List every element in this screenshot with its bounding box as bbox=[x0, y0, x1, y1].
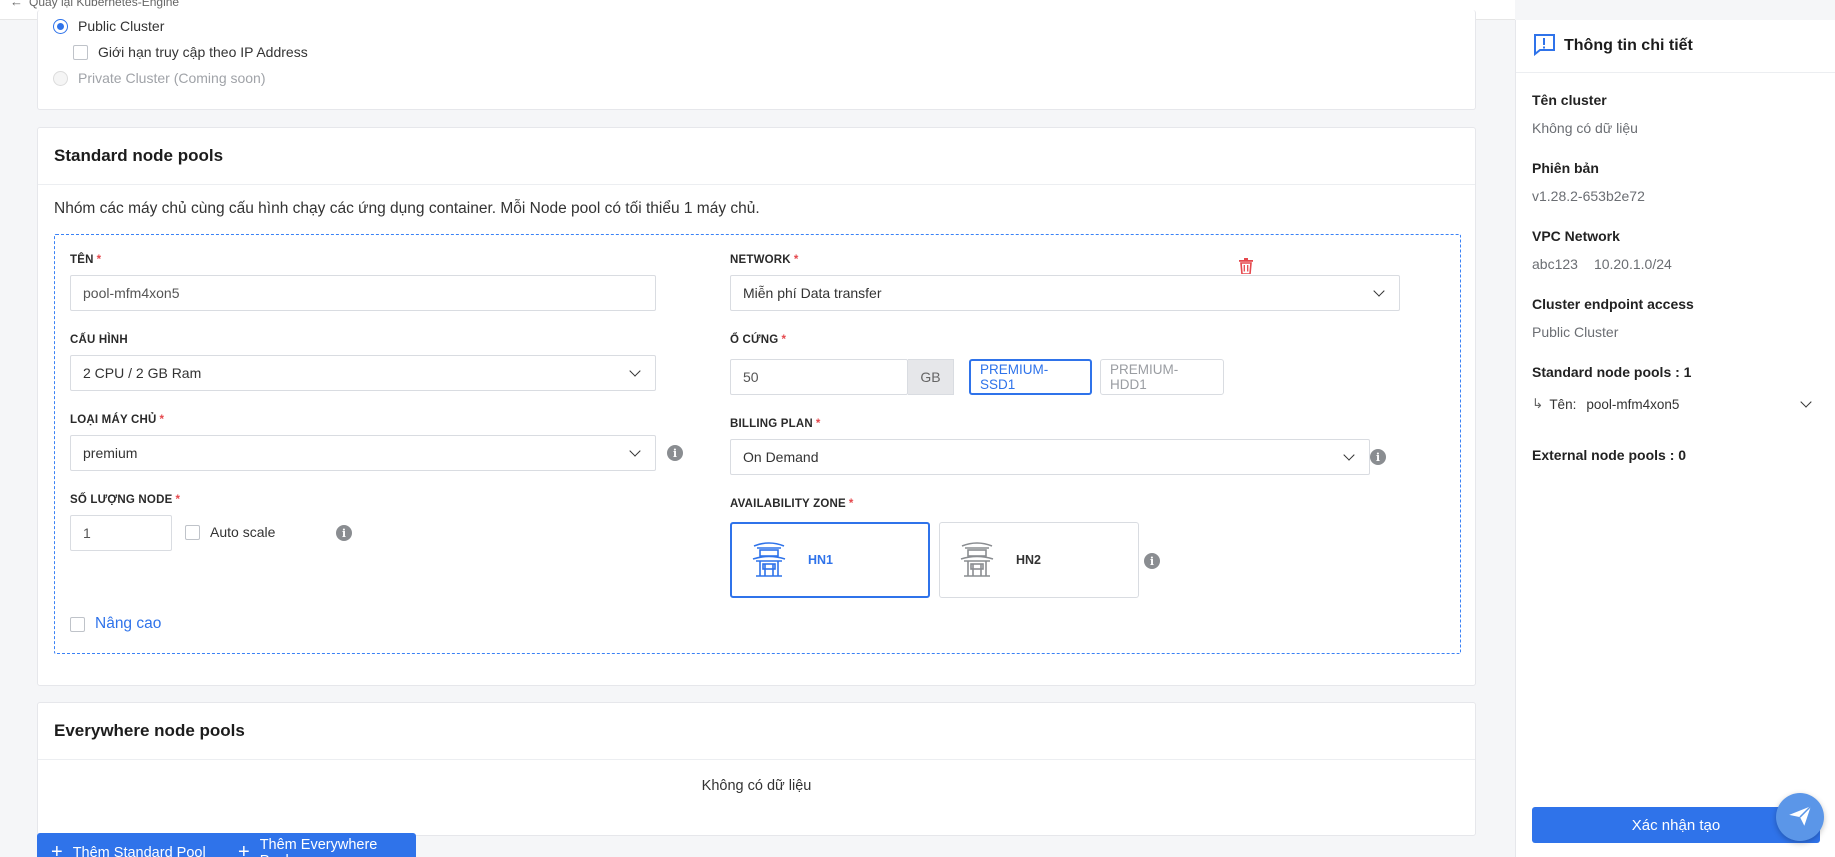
cluster-name-label: Tên cluster bbox=[1532, 92, 1607, 108]
cluster-name-value: Không có dữ liệu bbox=[1532, 120, 1638, 136]
node-pool-form: TÊN * pool-mfm4xon5 CẤU HÌNH 2 CPU / 2 GB… bbox=[54, 234, 1461, 654]
autoscale-option[interactable]: Auto scale bbox=[185, 524, 275, 540]
add-everywhere-pool-button[interactable]: + Thêm Everywhere Pool bbox=[224, 833, 416, 857]
chevron-down-icon bbox=[1373, 285, 1385, 297]
main-content: Public Cluster Giới hạn truy cập theo IP… bbox=[0, 10, 1515, 857]
advanced-label: Nâng cao bbox=[95, 615, 162, 632]
back-link[interactable]: ← Quay lại Kubernetes-Engine bbox=[10, 0, 179, 9]
subitem-arrow-icon: ↳ bbox=[1532, 396, 1544, 411]
add-standard-pool-label: Thêm Standard Pool bbox=[72, 845, 206, 857]
info-icon[interactable]: i bbox=[336, 525, 352, 541]
zone-hn1[interactable]: HN1 bbox=[730, 522, 930, 598]
empty-state: Không có dữ liệu bbox=[701, 778, 812, 794]
advanced-option[interactable]: Nâng cao bbox=[70, 615, 161, 633]
pool-name-input[interactable]: pool-mfm4xon5 bbox=[70, 275, 656, 311]
node-count-label: SỐ LƯỢNG NODE * bbox=[70, 494, 181, 506]
alert-icon bbox=[1532, 32, 1556, 61]
server-type-label: LOẠI MÁY CHỦ * bbox=[70, 414, 165, 426]
temple-icon bbox=[958, 538, 996, 583]
endpoint-label: Cluster endpoint access bbox=[1532, 296, 1694, 312]
info-icon[interactable]: i bbox=[667, 445, 683, 461]
config-select[interactable]: 2 CPU / 2 GB Ram bbox=[70, 355, 656, 391]
standard-node-pools-card: Standard node pools Nhóm các máy chủ cùn… bbox=[37, 127, 1476, 686]
node-count-value: 1 bbox=[83, 525, 91, 541]
info-icon[interactable]: i bbox=[1144, 553, 1160, 569]
zone-hn1-label: HN1 bbox=[808, 553, 834, 567]
standard-pools-count: Standard node pools : 1 bbox=[1532, 364, 1692, 380]
endpoint-value: Public Cluster bbox=[1532, 324, 1619, 340]
chevron-down-icon bbox=[1343, 449, 1355, 461]
vpc-name: abc123 bbox=[1532, 256, 1578, 272]
version-label: Phiên bản bbox=[1532, 160, 1599, 176]
config-label: CẤU HÌNH bbox=[70, 334, 128, 346]
pool-name-value: pool-mfm4xon5 bbox=[1586, 396, 1680, 412]
vpc-cidr: 10.20.1.0/24 bbox=[1593, 256, 1672, 272]
pool-name-label: Tên: bbox=[1549, 396, 1577, 412]
send-fab-button[interactable] bbox=[1776, 793, 1824, 841]
node-count-input[interactable]: 1 bbox=[70, 515, 172, 551]
availability-zone-label: AVAILABILITY ZONE * bbox=[730, 498, 854, 510]
vpc-value: abc123 10.20.1.0/24 bbox=[1532, 256, 1672, 272]
autoscale-checkbox[interactable] bbox=[185, 524, 200, 540]
version-value: v1.28.2-653b2e72 bbox=[1532, 188, 1645, 204]
config-value: 2 CPU / 2 GB Ram bbox=[83, 365, 202, 381]
zone-hn2-label: HN2 bbox=[1016, 553, 1042, 567]
disk-size-input[interactable]: 50 bbox=[730, 359, 908, 395]
standard-node-pools-title: Standard node pools bbox=[38, 128, 1475, 185]
arrow-left-icon: ← bbox=[10, 0, 23, 9]
details-panel: Thông tin chi tiết Tên cluster Không có … bbox=[1515, 20, 1835, 857]
network-label: NETWORK * bbox=[730, 254, 799, 266]
back-link-label: Quay lại Kubernetes-Engine bbox=[29, 0, 180, 9]
server-type-select[interactable]: premium bbox=[70, 435, 656, 471]
details-panel-title: Thông tin chi tiết bbox=[1564, 37, 1693, 54]
everywhere-node-pools-title: Everywhere node pools bbox=[38, 703, 1475, 760]
disk-size-value: 50 bbox=[743, 369, 759, 385]
private-cluster-radio bbox=[53, 70, 68, 86]
public-cluster-radio[interactable] bbox=[53, 18, 68, 34]
ip-limit-checkbox[interactable] bbox=[73, 44, 88, 60]
cluster-access-card: Public Cluster Giới hạn truy cập theo IP… bbox=[37, 10, 1476, 110]
zone-hn2[interactable]: HN2 bbox=[939, 522, 1139, 598]
everywhere-node-pools-card: Everywhere node pools Không có dữ liệu bbox=[37, 702, 1476, 836]
pool-summary-row[interactable]: ↳ Tên: pool-mfm4xon5 bbox=[1532, 396, 1820, 412]
pool-name-value: pool-mfm4xon5 bbox=[83, 285, 180, 301]
autoscale-label: Auto scale bbox=[210, 524, 276, 540]
chevron-down-icon bbox=[629, 445, 641, 457]
paper-plane-icon bbox=[1787, 803, 1813, 832]
disk-unit: GB bbox=[908, 359, 954, 395]
advanced-checkbox[interactable] bbox=[70, 616, 85, 632]
vpc-label: VPC Network bbox=[1532, 228, 1620, 244]
ip-limit-label: Giới hạn truy cập theo IP Address bbox=[98, 44, 308, 60]
standard-node-pools-description: Nhóm các máy chủ cùng cấu hình chạy các … bbox=[54, 200, 760, 217]
plus-icon: + bbox=[51, 841, 63, 857]
private-cluster-label: Private Cluster (Coming soon) bbox=[78, 70, 266, 86]
disk-type-hdd[interactable]: PREMIUM-HDD1 bbox=[1100, 359, 1224, 395]
info-icon[interactable]: i bbox=[1370, 449, 1386, 465]
add-standard-pool-button[interactable]: + Thêm Standard Pool bbox=[37, 833, 230, 857]
ip-limit-option[interactable]: Giới hạn truy cập theo IP Address bbox=[73, 44, 308, 60]
public-cluster-option[interactable]: Public Cluster bbox=[53, 18, 164, 34]
disk-label: Ổ CỨNG * bbox=[730, 334, 787, 346]
server-type-value: premium bbox=[83, 445, 138, 461]
billing-plan-select[interactable]: On Demand bbox=[730, 439, 1370, 475]
name-label: TÊN * bbox=[70, 254, 102, 266]
private-cluster-option: Private Cluster (Coming soon) bbox=[53, 70, 266, 86]
temple-icon bbox=[750, 538, 788, 583]
network-select[interactable]: Miễn phí Data transfer bbox=[730, 275, 1400, 311]
billing-plan-value: On Demand bbox=[743, 449, 819, 465]
add-everywhere-pool-label: Thêm Everywhere Pool bbox=[259, 837, 378, 857]
chevron-down-icon bbox=[629, 365, 641, 377]
external-pools-count: External node pools : 0 bbox=[1532, 447, 1687, 463]
network-value: Miễn phí Data transfer bbox=[743, 285, 882, 301]
public-cluster-label: Public Cluster bbox=[78, 18, 165, 34]
plus-icon: + bbox=[238, 841, 250, 857]
details-panel-header: Thông tin chi tiết bbox=[1516, 20, 1835, 73]
billing-plan-label: BILLING PLAN * bbox=[730, 418, 821, 430]
chevron-down-icon[interactable] bbox=[1800, 396, 1812, 408]
disk-type-ssd[interactable]: PREMIUM-SSD1 bbox=[969, 359, 1092, 395]
